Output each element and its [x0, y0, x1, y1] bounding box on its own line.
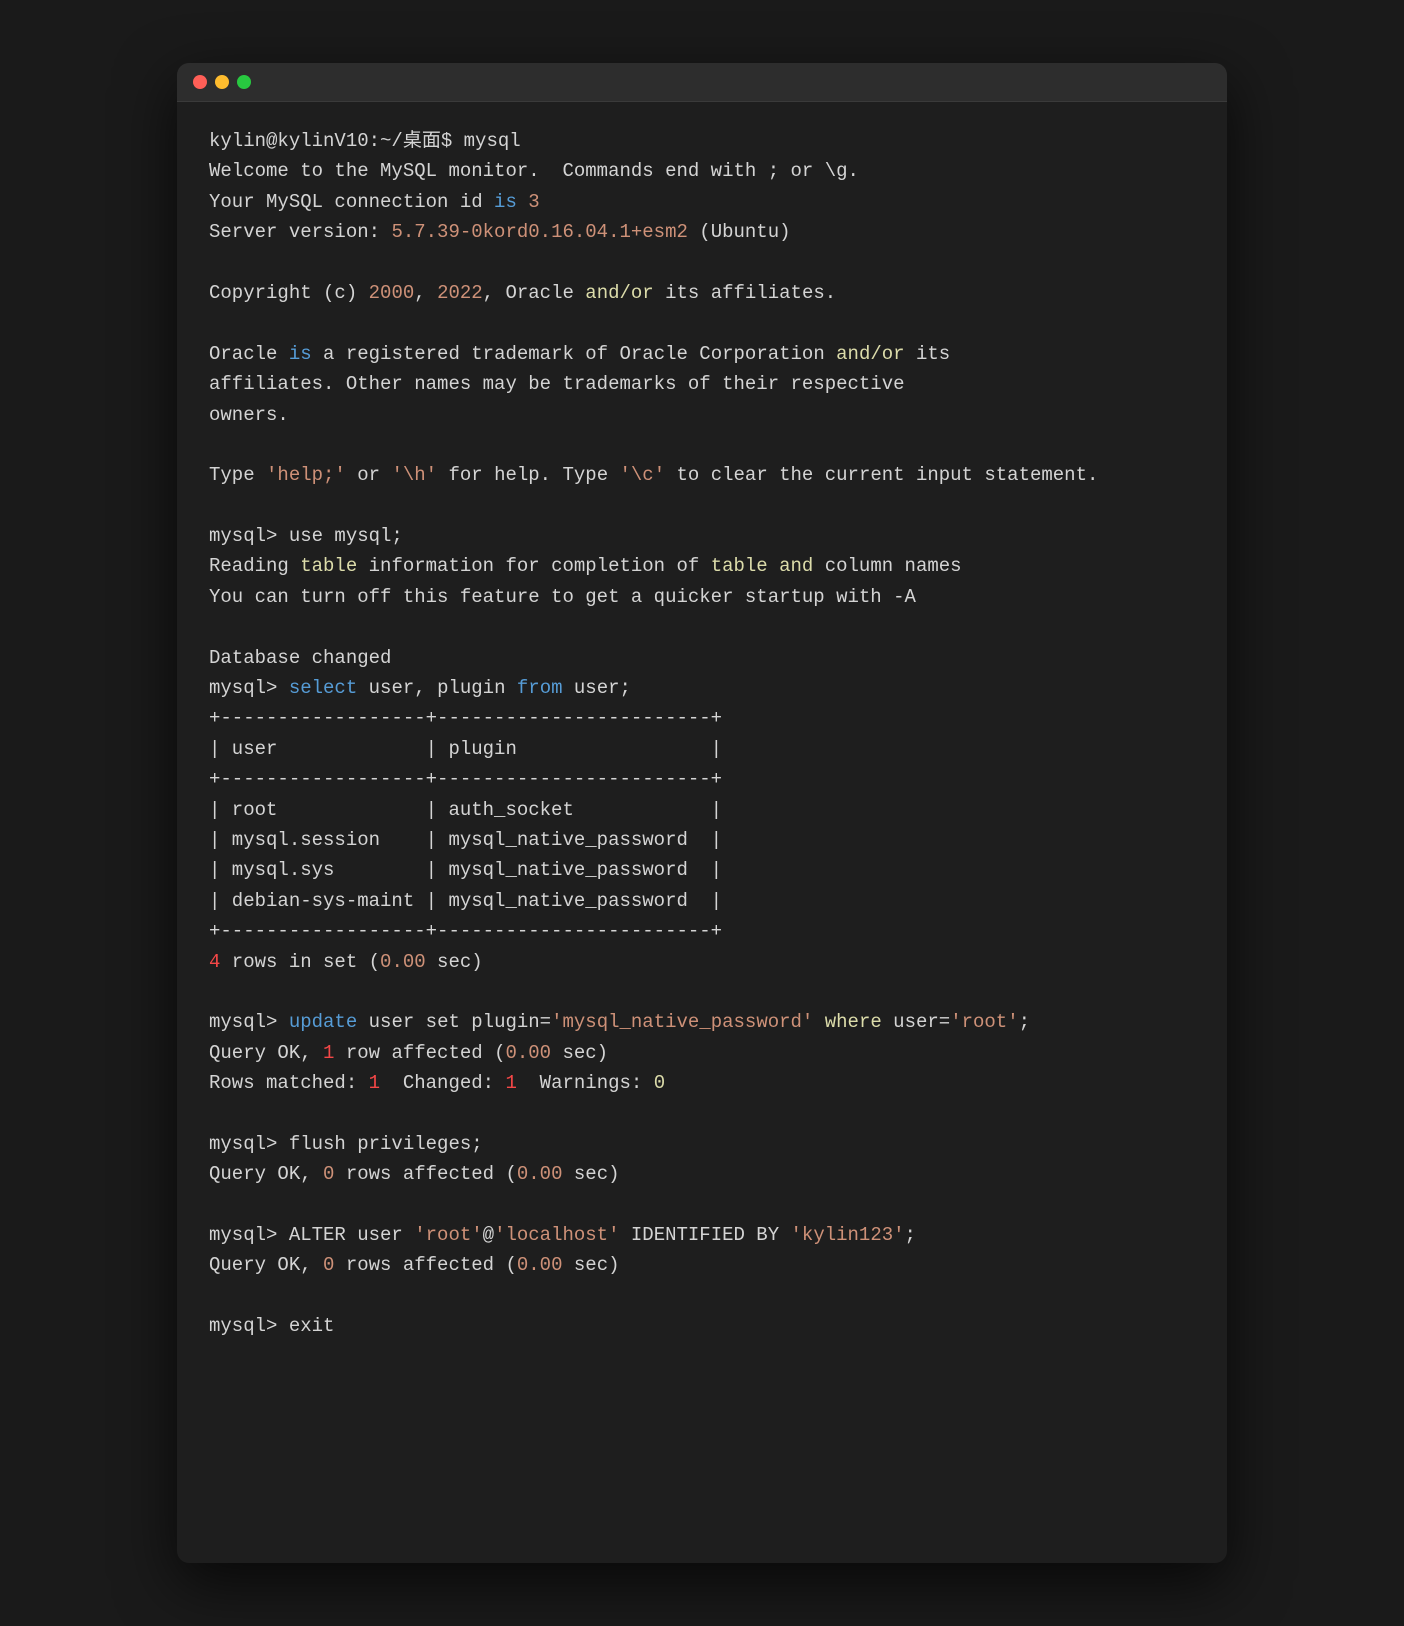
row-affected-text: row affected ( [334, 1042, 505, 1064]
rows-affected: 1 [323, 1042, 334, 1064]
terminal-body[interactable]: kylin@kylinV10:~/桌面$ mysql Welcome to th… [177, 102, 1227, 1374]
matched-count: 1 [369, 1072, 380, 1094]
rows-text: rows in set ( [220, 951, 380, 973]
from-kw: from [517, 677, 563, 699]
password-val: 'kylin123' [791, 1224, 905, 1246]
time-val3: 0.00 [517, 1163, 563, 1185]
or1: or [346, 464, 392, 486]
alter-text: rows affected ( [334, 1254, 516, 1276]
update-kw: update [289, 1011, 357, 1033]
changed-text: Changed: [380, 1072, 505, 1094]
and-or-1: and/or [585, 282, 653, 304]
user-equals: user= [882, 1011, 950, 1033]
from-user: user; +------------------+--------------… [209, 677, 722, 942]
trademark: a registered trademark of Oracle Corpora… [312, 343, 837, 365]
terminal-window: kylin@kylinV10:~/桌面$ mysql Welcome to th… [177, 63, 1227, 1563]
rows-count: 4 [209, 951, 220, 973]
flush-rows: 0 [323, 1163, 334, 1185]
where-kw: where [825, 1011, 882, 1033]
alter-rows: 0 [323, 1254, 334, 1276]
root-val: 'root' [950, 1011, 1018, 1033]
year1: 2000 [369, 282, 415, 304]
c-str: '\c' [620, 464, 666, 486]
warnings-text: Warnings: [517, 1072, 654, 1094]
warnings-count: 0 [654, 1072, 665, 1094]
changed-count: 1 [505, 1072, 516, 1094]
select-kw: select [289, 677, 357, 699]
year2: 2022 [437, 282, 483, 304]
time-val4: 0.00 [517, 1254, 563, 1276]
time-val1: 0.00 [380, 951, 426, 973]
at-sign: @ [483, 1224, 494, 1246]
keyword-is: is [494, 191, 517, 213]
oracle-text: , Oracle [483, 282, 586, 304]
localhost-val: 'localhost' [494, 1224, 619, 1246]
plugin-val: 'mysql_native_password' [551, 1011, 813, 1033]
help-str: 'help;' [266, 464, 346, 486]
close-button[interactable] [193, 75, 207, 89]
maximize-button[interactable] [237, 75, 251, 89]
is-keyword: is [289, 343, 312, 365]
h-str: '\h' [391, 464, 437, 486]
root-user-val: 'root' [414, 1224, 482, 1246]
flush-text: rows affected ( [334, 1163, 516, 1185]
select-query: user, plugin [357, 677, 517, 699]
comma: , [414, 282, 437, 304]
for-help: for help. Type [437, 464, 619, 486]
minimize-button[interactable] [215, 75, 229, 89]
title-bar [177, 63, 1227, 102]
table-kw-2: table and [711, 555, 814, 577]
conn-number: 3 [528, 191, 539, 213]
where-text [813, 1011, 824, 1033]
table-kw-1: table [300, 555, 357, 577]
update-query: user set plugin= [357, 1011, 551, 1033]
time-val2: 0.00 [505, 1042, 551, 1064]
and-or-2: and/or [836, 343, 904, 365]
identified-text: IDENTIFIED BY [619, 1224, 790, 1246]
conn-id [517, 191, 528, 213]
newline: Server version: [209, 221, 391, 243]
version: 5.7.39-0kord0.16.04.1+esm2 [391, 221, 687, 243]
info-text: information for completion of [357, 555, 710, 577]
